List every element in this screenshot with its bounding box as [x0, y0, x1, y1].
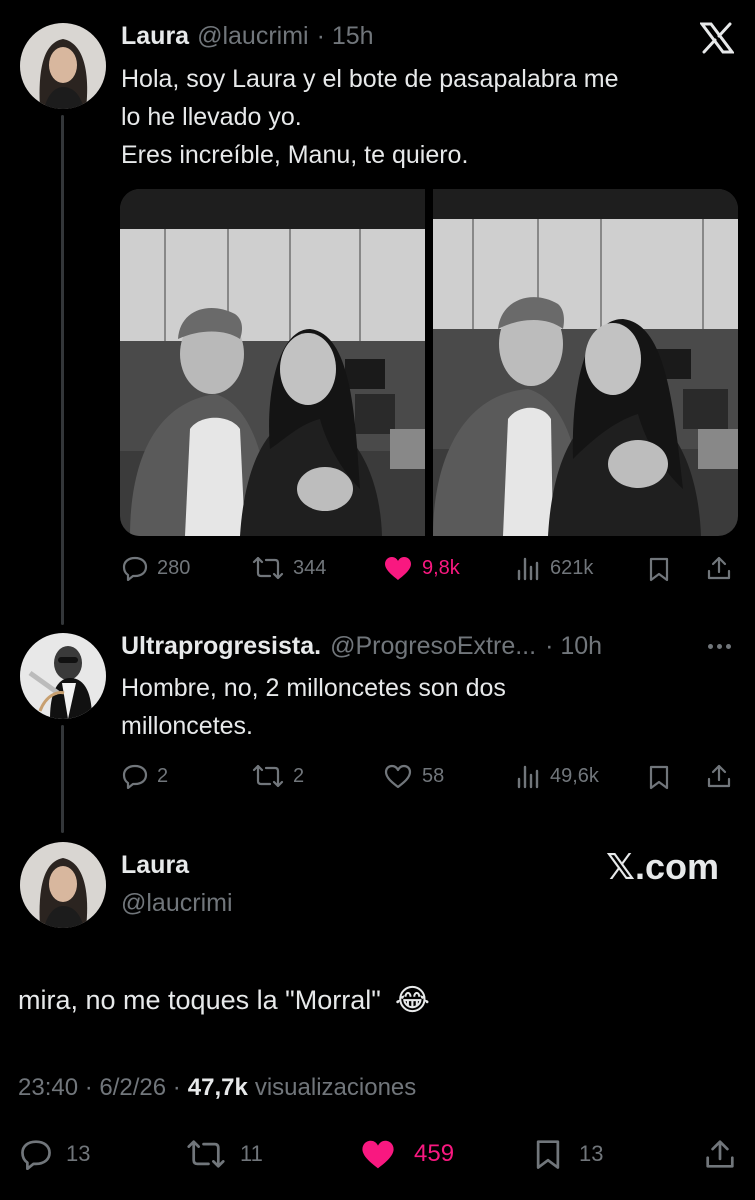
media-gallery[interactable]	[120, 189, 738, 536]
like-count: 9,8k	[422, 556, 460, 579]
laughing-emoji-icon: 😂	[394, 984, 430, 1017]
like-button[interactable]: 459	[360, 1138, 454, 1170]
author-name[interactable]: Ultraprogresista.	[121, 632, 321, 661]
share-button[interactable]	[706, 555, 732, 581]
share-button[interactable]	[706, 763, 732, 789]
tweet-text: mira, no me toques la "Morral" 😂	[18, 983, 430, 1018]
share-button[interactable]	[704, 1138, 736, 1170]
tweet-text: Hola, soy Laura y el bote de pasapalabra…	[121, 65, 619, 169]
author-handle[interactable]: @ProgresoExtre...	[330, 632, 536, 661]
thread-line-1	[61, 115, 64, 625]
retweet-button[interactable]: 344	[252, 555, 326, 581]
like-button[interactable]: 58	[383, 763, 444, 789]
views-button[interactable]: 621k	[515, 555, 593, 581]
photo-2[interactable]	[433, 189, 738, 536]
like-count: 58	[422, 764, 445, 787]
retweet-count: 2	[293, 764, 305, 787]
author-name[interactable]: Laura	[121, 851, 189, 880]
avatar-ultraprogresista[interactable]	[20, 633, 106, 719]
thread-line-2	[61, 725, 64, 833]
reply-button[interactable]: 13	[20, 1138, 90, 1170]
brand-x-com: 𝕏.com	[606, 846, 720, 887]
views-count: 49,6k	[550, 764, 599, 787]
bookmark-button[interactable]: 13	[533, 1138, 603, 1170]
reply-count: 280	[157, 556, 191, 579]
more-options-icon[interactable]	[708, 644, 731, 649]
bookmark-button[interactable]	[647, 556, 671, 582]
author-handle[interactable]: @laucrimi	[197, 22, 309, 51]
reply-count: 2	[157, 764, 169, 787]
views-total: 47,7k	[187, 1074, 248, 1101]
reply-button[interactable]: 280	[122, 555, 190, 581]
timestamp[interactable]: · 15h	[317, 22, 374, 51]
retweet-button[interactable]: 11	[186, 1138, 263, 1170]
author-name[interactable]: Laura	[121, 22, 189, 51]
timestamp[interactable]: · 10h	[545, 632, 602, 661]
tweet-datetime[interactable]: 23:40 · 6/2/26 ·	[18, 1074, 181, 1102]
avatar-laura[interactable]	[20, 23, 106, 109]
like-count: 459	[414, 1140, 455, 1167]
photo-1[interactable]	[120, 189, 425, 536]
reply-count: 13	[66, 1141, 91, 1166]
reply-button[interactable]: 2	[122, 763, 168, 789]
retweet-count: 11	[240, 1141, 263, 1166]
retweet-count: 344	[293, 556, 327, 579]
author-handle[interactable]: @laucrimi	[121, 889, 233, 918]
views-count: 621k	[550, 556, 594, 579]
tweet-main-text: mira, no me toques la "Morral"	[18, 985, 381, 1015]
views-button[interactable]: 49,6k	[515, 763, 599, 789]
bookmark-count: 13	[579, 1141, 604, 1166]
avatar-laura[interactable]	[20, 842, 106, 928]
tweet-text: Hombre, no, 2 milloncetes son dos millon…	[121, 674, 506, 740]
like-button[interactable]: 9,8k	[383, 555, 460, 581]
x-logo-icon[interactable]	[699, 22, 735, 59]
views-label: visualizaciones	[254, 1074, 417, 1101]
tweet-meta: 23:40 · 6/2/26 · 47,7k visualizaciones	[18, 1074, 416, 1102]
bookmark-button[interactable]	[647, 764, 671, 790]
retweet-button[interactable]: 2	[252, 763, 304, 789]
